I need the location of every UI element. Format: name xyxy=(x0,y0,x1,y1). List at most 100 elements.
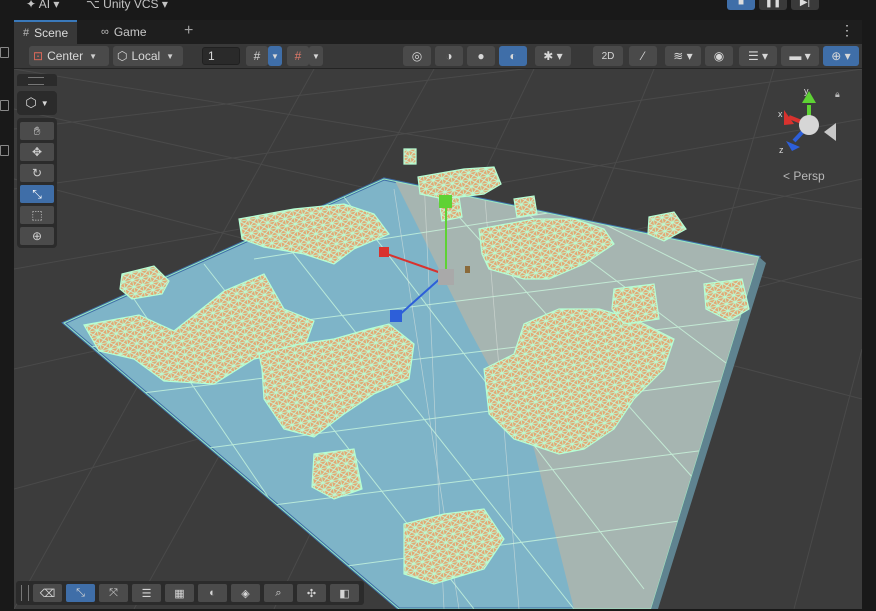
pivot-rotation-dropdown[interactable]: ⬡ Local ▼ xyxy=(113,46,183,66)
layers-icon: ◈ xyxy=(241,587,250,600)
lit-sphere-icon: ◐ xyxy=(509,49,517,63)
chevron-down-icon: ▼ xyxy=(89,51,98,61)
move-icon: ✥ xyxy=(31,145,43,159)
pivot-mode-dropdown[interactable]: ⊡ Center ▼ xyxy=(29,46,109,66)
eraser-icon: ⌫ xyxy=(39,587,56,600)
tools-overlay: ✋︎ ✥ ↻ ⤡ ⬚ ⊕ xyxy=(17,118,57,248)
panel-icon xyxy=(0,100,9,111)
tab-game-label: Game xyxy=(113,25,147,39)
increment-snap-dropdown[interactable]: ▼ xyxy=(309,46,323,66)
pivot-center-icon: ⊡ xyxy=(33,49,44,63)
gizmo-axis-x-label: x xyxy=(778,109,783,119)
scale-overlay-button[interactable]: ⤡ xyxy=(66,584,95,602)
add-tab-button[interactable]: + xyxy=(184,22,193,40)
transform-icon: ⊕ xyxy=(31,229,43,243)
increment-snap-button[interactable]: # xyxy=(287,46,309,66)
tab-scene[interactable]: # Scene xyxy=(14,20,78,44)
grid-snap-button[interactable]: # xyxy=(246,46,268,66)
pivot-mode-label: Center xyxy=(47,49,84,63)
chevron-down-icon: ▼ xyxy=(271,51,279,61)
camera-dropdown[interactable]: ▬ ▾ xyxy=(781,46,819,66)
rect-icon: ⬚ xyxy=(31,208,43,222)
rect-tool-button[interactable]: ⬚ xyxy=(20,206,54,224)
debug-draw-mode-dropdown[interactable]: ✱ ▾ xyxy=(535,46,571,66)
vcs-menu[interactable]: ⌥ Unity VCS ▾ xyxy=(86,0,168,11)
pivot-rotation-label: Local xyxy=(131,49,161,63)
hand-icon: ✋︎ xyxy=(33,123,41,138)
grip-icon[interactable] xyxy=(21,585,29,601)
scale-handle-center[interactable] xyxy=(438,269,454,285)
view-tool-button[interactable]: ✋︎ xyxy=(20,122,54,140)
pivot-tool-button[interactable]: ✣ xyxy=(297,584,326,602)
shading-shaded-wireframe-button[interactable]: ◑ xyxy=(435,46,463,66)
search-tool-button[interactable]: ⌕ xyxy=(264,584,293,602)
layers-dropdown[interactable]: ☰ ▾ xyxy=(739,46,777,66)
scale-tool-button[interactable]: ⤡ xyxy=(20,185,54,203)
grip-icon xyxy=(28,77,44,85)
scale-icon: ⤡ xyxy=(76,586,85,599)
pause-button[interactable]: ❚❚ xyxy=(759,0,787,10)
step-icon: ▶| xyxy=(799,0,811,8)
effects-dropdown[interactable]: ≋ ▾ xyxy=(665,46,701,66)
tab-scene-label: Scene xyxy=(34,26,69,40)
gizmos-dropdown[interactable]: ⊕ ▾ xyxy=(823,46,859,66)
eraser-tool-button[interactable]: ⌫ xyxy=(33,584,62,602)
bottom-overlay-toolbar: ⌫ ⤡ ⤧ ☰ ▦ ◐ ◈ ⌕ ✣ ◧ xyxy=(16,581,364,605)
more-options-icon[interactable]: ⋮ xyxy=(840,22,854,39)
2d-icon: 2D xyxy=(601,50,615,62)
move-tool-button[interactable]: ✥ xyxy=(20,143,54,161)
shaded-wire-icon: ◑ xyxy=(445,49,453,63)
scene-viewport[interactable]: y x z xyxy=(14,69,862,609)
arrow-left-icon: < xyxy=(783,169,791,183)
tab-game[interactable]: ∞ Game xyxy=(92,20,156,44)
orientation-gizmo[interactable] xyxy=(784,91,836,151)
ai-menu[interactable]: ✦ AI ▾ xyxy=(26,0,59,11)
globe-icon: ◎ xyxy=(411,49,423,63)
scale-handle-z[interactable] xyxy=(390,310,402,322)
shrink-icon: ⤧ xyxy=(109,586,118,599)
shrink-tool-button[interactable]: ⤧ xyxy=(99,584,128,602)
grid-tool-button[interactable]: ▦ xyxy=(165,584,194,602)
shading-lit-button[interactable]: ◐ xyxy=(499,46,527,66)
shade-tool-button[interactable]: ◐ xyxy=(198,584,227,602)
chevron-down-icon: ▼ xyxy=(312,51,320,61)
bug-icon: ✱ ▾ xyxy=(543,49,563,63)
stop-icon: ■ xyxy=(737,0,745,8)
layers-icon: ≋ ▾ xyxy=(673,49,693,63)
lighting-toggle-button[interactable]: ⁄ xyxy=(629,46,657,66)
view-options-dropdown[interactable]: ⬡ ▼ xyxy=(17,91,57,115)
left-gutter xyxy=(0,45,9,165)
stack-icon: ☰ ▾ xyxy=(747,49,769,63)
camera-icon: ▬ ▾ xyxy=(789,49,811,63)
shading-wireframe-button[interactable]: ◎ xyxy=(403,46,431,66)
grid-icon: # xyxy=(23,27,30,39)
snap-increment-field[interactable]: 1 xyxy=(202,47,240,65)
gamepad-icon: ∞ xyxy=(101,26,109,38)
grid-snap-dropdown[interactable]: ▼ xyxy=(268,46,282,66)
scale-handle-y[interactable] xyxy=(439,195,452,208)
layer-tool-button[interactable]: ◈ xyxy=(231,584,260,602)
snap-increment-value: 1 xyxy=(208,49,215,63)
projection-toggle[interactable]: < Persp xyxy=(783,169,825,183)
tab-bar: # Scene ∞ Game + ⋮ xyxy=(14,20,862,44)
camera-tool-button[interactable]: ◧ xyxy=(330,584,359,602)
chevron-down-icon: ▼ xyxy=(40,98,49,108)
2d-toggle-button[interactable]: 2D xyxy=(593,46,623,66)
cube-icon: ⬡ xyxy=(117,49,128,63)
lock-icon[interactable]: 🔒︎ xyxy=(835,89,840,100)
vcs-menu-label: Unity VCS xyxy=(103,0,159,11)
scale-handle-x[interactable] xyxy=(379,247,389,257)
eye-icon: ◉ xyxy=(713,49,725,63)
ai-menu-label: AI xyxy=(38,0,51,11)
play-button[interactable]: ■ xyxy=(727,0,755,10)
hatch-icon: ▦ xyxy=(174,587,185,600)
gizmo-icon: ⊕ ▾ xyxy=(831,49,851,63)
scale-icon: ⤡ xyxy=(32,186,42,201)
rotate-tool-button[interactable]: ↻ xyxy=(20,164,54,182)
search-icon: ⌕ xyxy=(275,586,282,599)
transform-tool-button[interactable]: ⊕ xyxy=(20,227,54,245)
visibility-toggle-button[interactable]: ◉ xyxy=(705,46,733,66)
step-button[interactable]: ▶| xyxy=(791,0,819,10)
shading-unlit-button[interactable]: ● xyxy=(467,46,495,66)
align-tool-button[interactable]: ☰ xyxy=(132,584,161,602)
